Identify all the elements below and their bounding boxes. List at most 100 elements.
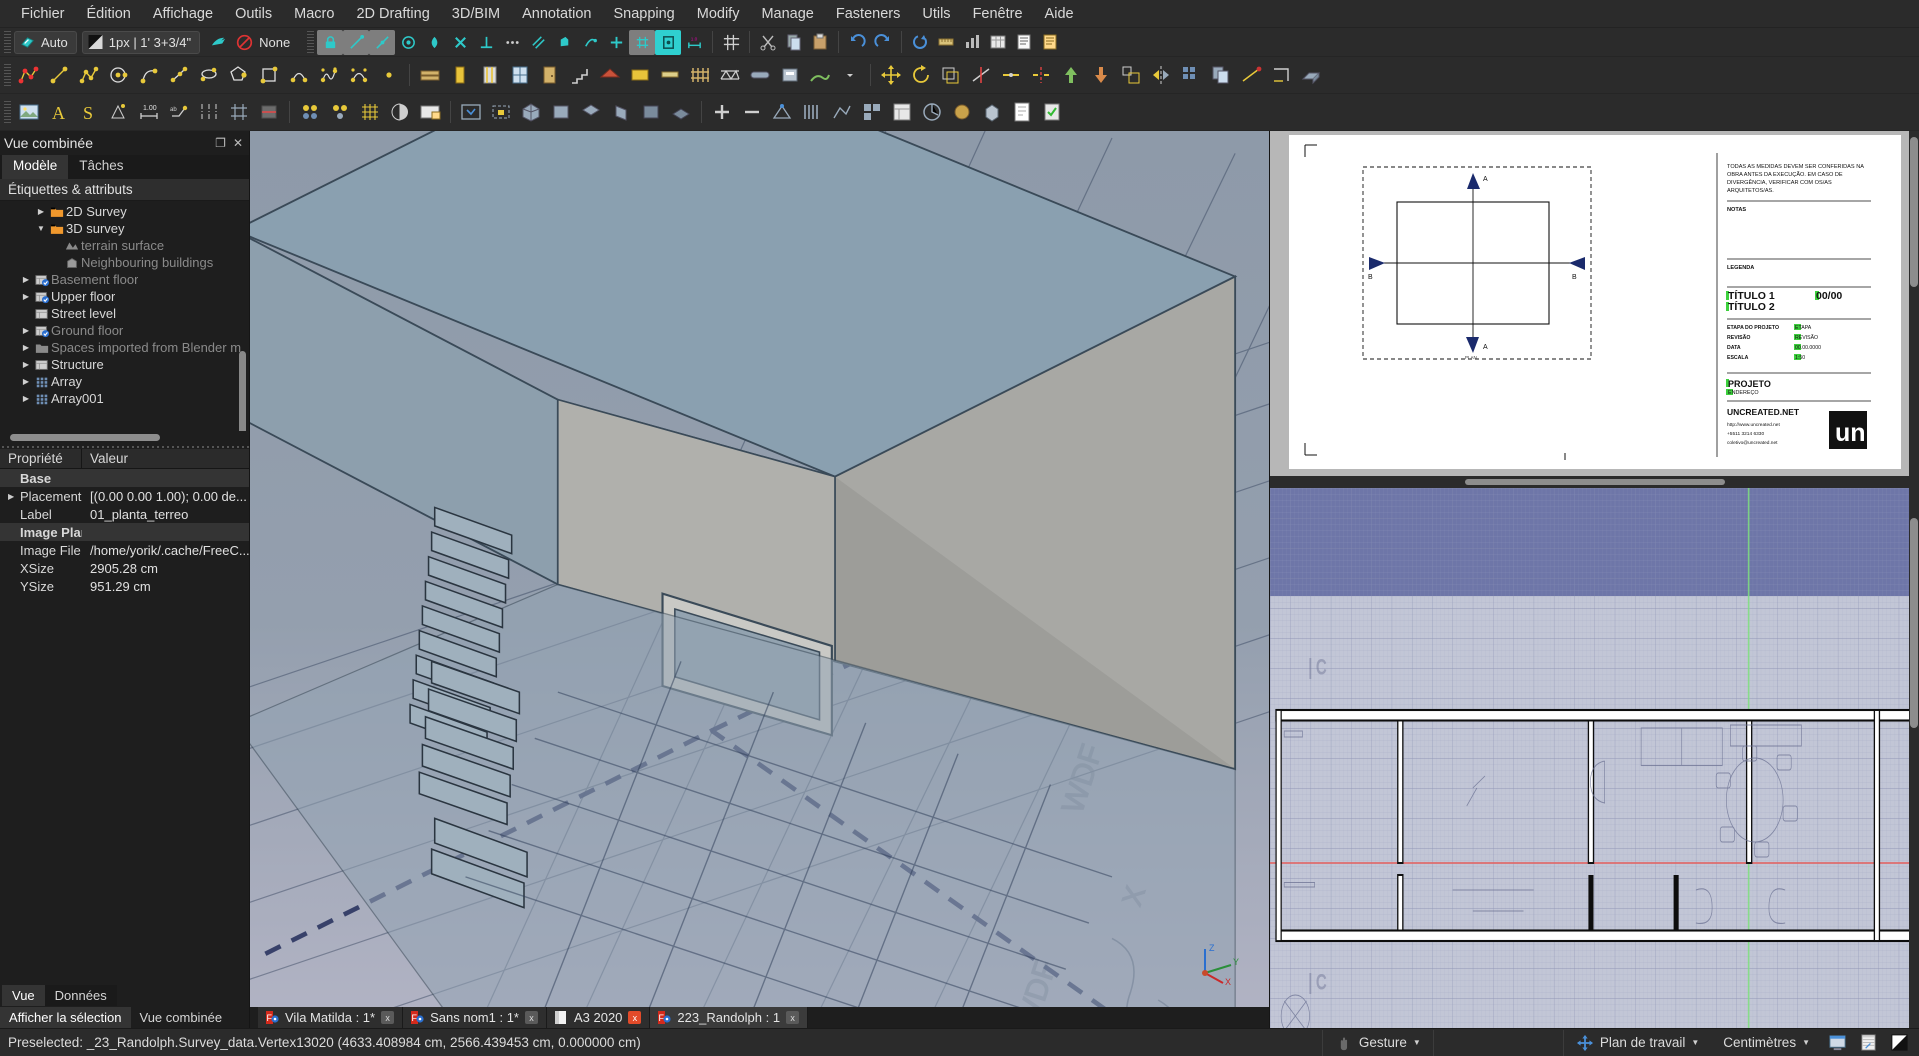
view-rear-icon[interactable] — [636, 97, 666, 127]
modify-draft2sketch-icon[interactable] — [1236, 60, 1266, 90]
property-row[interactable]: ▶ Placement [(0.00 0.00 1.00); 0.00 de... — [0, 487, 249, 505]
refresh-icon[interactable] — [907, 30, 933, 55]
toolbar-grip-annotation[interactable] — [4, 101, 11, 123]
annotation-image-icon[interactable] — [14, 97, 44, 127]
annotation-text-icon[interactable]: A — [44, 97, 74, 127]
chevron-right-icon[interactable]: ▶ — [8, 492, 17, 501]
document-tab-sans-nom1-1-[interactable]: F Sans nom1 : 1* x — [403, 1007, 547, 1028]
document-tab-223-randolph-1[interactable]: F 223_Randolph : 1 x — [650, 1007, 809, 1028]
text-doc-icon[interactable] — [1011, 30, 1037, 55]
modify-downgrade-icon[interactable] — [1086, 60, 1116, 90]
combo-tab-mod-le[interactable]: Modèle — [2, 155, 69, 179]
snap-perpendicular-icon[interactable] — [473, 30, 499, 55]
draft-polygon-icon[interactable] — [224, 60, 254, 90]
arch-rebar-icon[interactable] — [475, 60, 505, 90]
modify-array-icon[interactable] — [1176, 60, 1206, 90]
property-value[interactable]: 01_planta_terreo — [82, 507, 188, 522]
arch-frame-icon[interactable] — [655, 60, 685, 90]
tree-item-basement-floor[interactable]: ▶ Basement floor — [0, 271, 249, 288]
sheet-vertical-scrollbar[interactable] — [1910, 137, 1918, 287]
redo-icon[interactable] — [870, 30, 896, 55]
view-right-icon[interactable] — [606, 97, 636, 127]
utils-toggle-icon[interactable] — [917, 97, 947, 127]
utils-select-group-icon[interactable] — [857, 97, 887, 127]
utils-mesh-to-shape-icon[interactable] — [827, 97, 857, 127]
modify-trim-icon[interactable] — [966, 60, 996, 90]
close-icon[interactable]: x — [628, 1011, 642, 1024]
modify-mirror-icon[interactable] — [1146, 60, 1176, 90]
close-icon[interactable]: x — [381, 1011, 395, 1024]
utils-split-mesh-icon[interactable] — [797, 97, 827, 127]
modify-extrude-icon[interactable] — [1296, 60, 1326, 90]
menu-item-affichage[interactable]: Affichage — [142, 3, 224, 25]
menu-item-2d-drafting[interactable]: 2D Drafting — [345, 3, 440, 25]
tree-item-upper-floor[interactable]: ▶ Upper floor — [0, 288, 249, 305]
modify-split-icon[interactable] — [1026, 60, 1056, 90]
draft-bezier-icon[interactable] — [344, 60, 374, 90]
menu-item-modify[interactable]: Modify — [686, 3, 751, 25]
draft-arc-icon[interactable] — [134, 60, 164, 90]
close-panel-icon[interactable]: ✕ — [233, 136, 243, 150]
navigation-axis-cross[interactable]: Z Y X — [1187, 927, 1247, 987]
view-bottom-icon[interactable] — [666, 97, 696, 127]
section-plan-viewport[interactable]: | C | C — [1270, 488, 1919, 1028]
chevron-right-icon[interactable]: ▶ — [19, 343, 33, 352]
arch-fence-icon[interactable] — [685, 60, 715, 90]
tree-vertical-scrollbar[interactable] — [239, 351, 246, 431]
unit-selector[interactable]: Centimètres ▼ — [1711, 1030, 1822, 1056]
tree-item-ground-floor[interactable]: ▶ Ground floor — [0, 322, 249, 339]
modify-clone-icon[interactable] — [1206, 60, 1236, 90]
menu-item-utils[interactable]: Utils — [911, 3, 961, 25]
arch-dropdown-icon[interactable] — [835, 60, 865, 90]
snap-dimensions-icon[interactable] — [499, 30, 525, 55]
chart-icon[interactable] — [959, 30, 985, 55]
modify-join-icon[interactable] — [996, 60, 1026, 90]
view-isometric-icon[interactable] — [516, 97, 546, 127]
property-row[interactable]: Label 01_planta_terreo — [0, 505, 249, 523]
tree-item-array001[interactable]: ▶ Array001 — [0, 390, 249, 407]
chevron-right-icon[interactable]: ▶ — [34, 207, 48, 216]
utils-ifc-explorer-icon[interactable] — [887, 97, 917, 127]
property-value[interactable]: /home/yorik/.cache/FreeC... — [82, 543, 249, 558]
menu-item-outils[interactable]: Outils — [224, 3, 283, 25]
cut-icon[interactable] — [755, 30, 781, 55]
draft-circle-icon[interactable] — [104, 60, 134, 90]
3d-viewport[interactable]: DOM PARKWAY RIES WDF WDF X — [250, 131, 1269, 1007]
snap-lock-icon[interactable] — [317, 29, 344, 55]
draft-point-icon[interactable] — [374, 60, 404, 90]
draft-bezier-cubic-icon[interactable] — [314, 60, 344, 90]
chevron-down-icon[interactable]: ▼ — [34, 224, 48, 233]
annotation-shapestring-icon[interactable]: S — [74, 97, 104, 127]
snap-endpoint-icon[interactable] — [343, 29, 370, 55]
tree-item-3d-survey[interactable]: ▼ 3D survey — [0, 220, 249, 237]
arch-window-icon[interactable] — [505, 60, 535, 90]
property-row[interactable]: Image File/home/yorik/.cache/FreeC... — [0, 541, 249, 559]
toolbar-grip-draft[interactable] — [4, 64, 11, 86]
snap-near-icon[interactable] — [577, 30, 603, 55]
property-value[interactable]: 2905.28 cm — [82, 561, 158, 576]
undo-icon[interactable] — [844, 30, 870, 55]
view-fit-selection-icon[interactable] — [486, 97, 516, 127]
toggle-dark-mode-button[interactable] — [1884, 1030, 1919, 1056]
annotation-label-icon[interactable]: ab — [164, 97, 194, 127]
property-value[interactable]: 951.29 cm — [82, 579, 151, 594]
toggle-axis-cross-button[interactable] — [1853, 1030, 1884, 1056]
property-tab-donn-es[interactable]: Données — [44, 985, 117, 1006]
sheet-horizontal-scrollbar[interactable] — [1464, 479, 1725, 485]
arch-panel-icon[interactable] — [625, 60, 655, 90]
snap-parallel-icon[interactable] — [525, 30, 551, 55]
snap-intersection-icon[interactable] — [421, 30, 447, 55]
chevron-right-icon[interactable]: ▶ — [19, 292, 33, 301]
arch-door-icon[interactable] — [535, 60, 565, 90]
workplane-selector[interactable]: Plan de travail ▼ — [1562, 1029, 1711, 1056]
tree-item-structure[interactable]: ▶ Structure — [0, 356, 249, 373]
draft-wire-icon[interactable] — [74, 60, 104, 90]
arch-pipe-icon[interactable] — [745, 60, 775, 90]
utils-box-icon[interactable] — [977, 97, 1007, 127]
tree-item-street-level[interactable]: Street level — [0, 305, 249, 322]
snap-dimension-tool-icon[interactable]: 1.0 — [681, 30, 707, 55]
arch-stairs-icon[interactable] — [565, 60, 595, 90]
spreadsheet-icon[interactable] — [985, 30, 1011, 55]
techdraw-page-view[interactable]: A A B B PLAN TODAS AS MEDIDAS DEVEM SER … — [1270, 131, 1919, 476]
utils-preflight-icon[interactable] — [1037, 97, 1067, 127]
